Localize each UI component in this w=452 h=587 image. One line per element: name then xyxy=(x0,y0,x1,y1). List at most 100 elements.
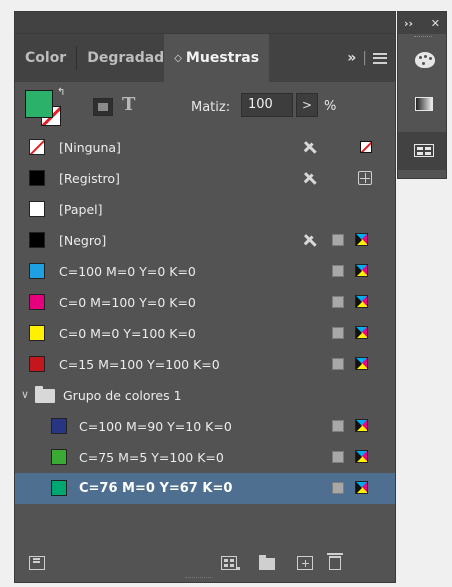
swatch-chip xyxy=(29,201,45,217)
swatch-view-icon[interactable] xyxy=(221,556,237,570)
swatch-row[interactable]: [Negro] xyxy=(15,225,395,256)
swatch-chip xyxy=(29,232,45,248)
swatch-chip xyxy=(51,480,67,496)
cmyk-icon-segment xyxy=(356,420,362,431)
panel-bottom-bar xyxy=(15,546,395,582)
swatch-name: [Papel] xyxy=(59,202,103,217)
swatch-row[interactable]: [Papel] xyxy=(15,194,395,225)
dock-header: ›› ✕ xyxy=(398,12,446,34)
swatch-row[interactable]: C=0 M=0 Y=100 K=0 xyxy=(15,318,395,349)
gradient-icon xyxy=(415,97,433,111)
swatch-name: C=0 M=100 Y=0 K=0 xyxy=(59,295,196,310)
delete-swatch-icon[interactable] xyxy=(327,553,343,570)
swatch-view-menu-dot xyxy=(237,567,240,570)
panel-header-strip[interactable] xyxy=(14,11,396,33)
new-swatch-icon[interactable] xyxy=(297,556,313,570)
swatch-name: C=15 M=100 Y=100 K=0 xyxy=(59,357,220,372)
cmyk-icon-segment xyxy=(356,265,362,276)
cmyk-mode-icon xyxy=(355,264,368,277)
process-color-icon xyxy=(332,420,344,432)
color-panel-button[interactable] xyxy=(398,42,446,80)
swatch-chip xyxy=(51,449,67,465)
close-icon[interactable]: ✕ xyxy=(431,17,440,30)
swatch-row[interactable]: C=15 M=100 Y=100 K=0 xyxy=(15,349,395,380)
cmyk-mode-icon xyxy=(355,357,368,370)
show-swatch-kinds-icon[interactable] xyxy=(29,556,45,570)
swatch-chip xyxy=(51,418,67,434)
cmyk-icon-segment xyxy=(356,296,362,307)
cmyk-mode-icon xyxy=(355,419,368,432)
cmyk-mode-icon xyxy=(355,233,368,246)
folder-icon xyxy=(35,386,55,403)
more-tabs-icon[interactable]: » xyxy=(347,50,356,66)
tint-input[interactable]: 100 xyxy=(241,93,293,117)
swatch-row[interactable]: [Ninguna] xyxy=(15,132,395,163)
cmyk-icon-segment xyxy=(356,327,362,338)
swatch-name: C=0 M=0 Y=100 K=0 xyxy=(59,326,196,341)
tab-order-icon: ◇ xyxy=(174,52,182,64)
no-edit-icon xyxy=(301,170,319,186)
tab-muestras[interactable]: ◇ Muestras xyxy=(164,34,270,82)
collapsed-panel-dock: ›› ✕ xyxy=(397,11,447,179)
panel-menu-icon[interactable] xyxy=(373,52,387,64)
tab-degradado[interactable]: Degradad xyxy=(77,34,164,82)
no-edit-icon xyxy=(301,232,319,248)
new-color-group-icon[interactable] xyxy=(259,555,275,570)
swatch-chip xyxy=(29,263,45,279)
swatch-row[interactable]: C=76 M=0 Y=67 K=0 xyxy=(15,473,395,504)
process-color-icon xyxy=(332,327,344,339)
swatch-row[interactable]: C=75 M=5 Y=100 K=0 xyxy=(15,442,395,473)
swatch-list: [Ninguna] [Registro] [Papel] [Negro] C=100 M… xyxy=(15,132,395,504)
cmyk-mode-icon xyxy=(355,295,368,308)
tab-tools-separator: | xyxy=(362,50,367,66)
gradient-panel-button[interactable] xyxy=(398,86,446,124)
tab-color[interactable]: Color xyxy=(15,34,76,82)
process-color-icon xyxy=(332,451,344,463)
swatch-row[interactable]: [Registro] xyxy=(15,163,395,194)
cmyk-mode-icon xyxy=(355,326,368,339)
cmyk-icon-segment xyxy=(356,482,362,493)
process-color-icon xyxy=(332,265,344,277)
swap-fill-stroke-icon[interactable]: ↰ xyxy=(57,87,65,98)
dock-grip[interactable] xyxy=(414,36,432,38)
swatch-name: [Ninguna] xyxy=(59,140,121,155)
process-color-icon xyxy=(332,296,344,308)
process-color-icon xyxy=(332,482,344,494)
fill-swatch[interactable] xyxy=(25,90,53,118)
panel-tab-bar: Color Degradad ◇ Muestras » | xyxy=(15,34,395,82)
no-color-icon xyxy=(360,141,372,153)
tab-tools: » | xyxy=(347,50,395,66)
expand-panels-icon[interactable]: ›› xyxy=(404,17,413,30)
swatch-chip xyxy=(29,170,45,186)
swatches-panel-button[interactable] xyxy=(398,132,446,170)
color-group-name: Grupo de colores 1 xyxy=(63,388,182,403)
color-group-row[interactable]: ∨ Grupo de colores 1 xyxy=(15,380,395,411)
palette-icon xyxy=(415,52,435,68)
formatting-text-icon[interactable]: T xyxy=(122,94,135,115)
tab-muestras-label: Muestras xyxy=(185,50,260,66)
cmyk-icon-segment xyxy=(356,234,362,245)
process-color-icon xyxy=(332,234,344,246)
resize-grip[interactable] xyxy=(185,577,213,580)
swatch-name: C=100 M=0 Y=0 K=0 xyxy=(59,264,196,279)
swatch-row[interactable]: C=0 M=100 Y=0 K=0 xyxy=(15,287,395,318)
swatch-name: C=76 M=0 Y=67 K=0 xyxy=(79,481,233,496)
swatches-panel: Color Degradad ◇ Muestras » | ↰ T Matiz:… xyxy=(14,33,396,583)
swatch-chip xyxy=(29,356,45,372)
formatting-container-icon[interactable] xyxy=(93,98,113,116)
swatch-chip xyxy=(29,294,45,310)
process-color-icon xyxy=(332,358,344,370)
fill-stroke-controls: ↰ T Matiz: 100 > % xyxy=(15,82,395,132)
swatch-chip xyxy=(29,139,45,155)
tint-slider-button[interactable]: > xyxy=(296,93,318,117)
swatch-name: [Registro] xyxy=(59,171,120,186)
swatch-row[interactable]: C=100 M=0 Y=0 K=0 xyxy=(15,256,395,287)
swatch-row[interactable]: C=100 M=90 Y=10 K=0 xyxy=(15,411,395,442)
cmyk-mode-icon xyxy=(355,481,368,494)
cmyk-mode-icon xyxy=(355,450,368,463)
no-edit-icon xyxy=(301,139,319,155)
tint-percent-sign: % xyxy=(324,99,337,114)
registration-icon xyxy=(358,171,372,185)
chevron-down-icon[interactable]: ∨ xyxy=(21,388,29,401)
swatch-name: C=100 M=90 Y=10 K=0 xyxy=(79,419,232,434)
